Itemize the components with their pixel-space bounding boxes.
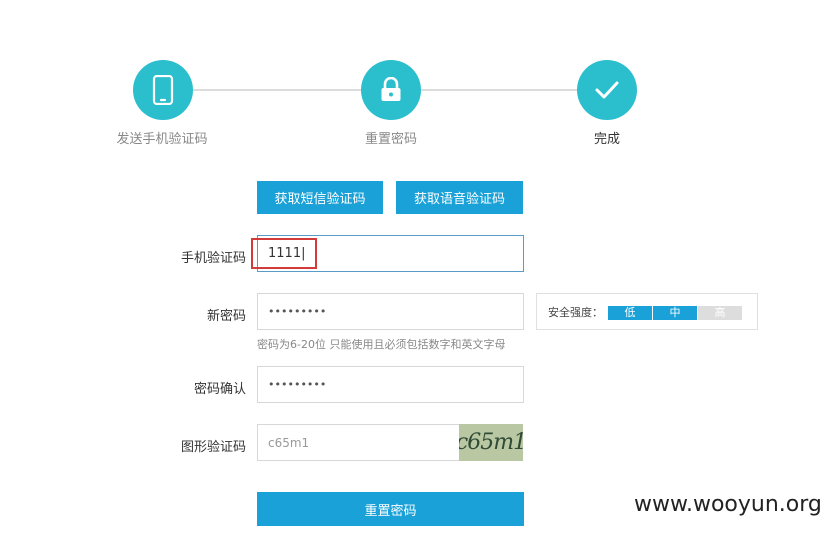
new-password-value: ••••••••• xyxy=(268,305,327,318)
highlight-box xyxy=(251,238,317,269)
step-done-circle xyxy=(577,60,637,120)
captcha-image[interactable]: c65m1 xyxy=(459,424,523,461)
check-icon xyxy=(595,81,619,99)
password-strength-box: 安全强度： 低 中 高 xyxy=(536,293,758,330)
new-password-input[interactable]: ••••••••• xyxy=(257,293,524,330)
strength-label: 安全强度： xyxy=(548,306,603,319)
captcha-label: 图形验证码 xyxy=(180,440,246,455)
get-voice-code-button[interactable]: 获取语音验证码 xyxy=(396,181,523,214)
lock-icon xyxy=(381,77,401,101)
new-password-label: 新密码 xyxy=(206,309,246,324)
get-sms-code-button[interactable]: 获取短信验证码 xyxy=(257,181,383,214)
step-phone-circle xyxy=(133,60,193,120)
watermark: www.wooyun.org xyxy=(634,492,822,517)
captcha-image-text: c65m1 xyxy=(459,430,523,455)
password-hint: 密码为6-20位 只能使用且必须包括数字和英文字母 xyxy=(257,338,506,351)
step-reset-circle xyxy=(361,60,421,120)
strength-level-low: 低 xyxy=(608,306,652,320)
confirm-password-input[interactable]: ••••••••• xyxy=(257,366,524,403)
strength-level-mid: 中 xyxy=(653,306,697,320)
phone-icon xyxy=(152,75,174,105)
phone-code-label: 手机验证码 xyxy=(180,251,246,266)
strength-level-high: 高 xyxy=(698,306,742,320)
step-label-done: 完成 xyxy=(593,132,620,147)
step-label-reset: 重置密码 xyxy=(364,132,417,147)
confirm-password-value: ••••••••• xyxy=(268,378,327,391)
confirm-password-label: 密码确认 xyxy=(193,382,246,397)
reset-password-button[interactable]: 重置密码 xyxy=(257,492,524,526)
captcha-input[interactable]: c65m1 xyxy=(257,424,460,461)
captcha-value: c65m1 xyxy=(268,435,310,450)
step-label-send-code: 发送手机验证码 xyxy=(116,132,208,147)
